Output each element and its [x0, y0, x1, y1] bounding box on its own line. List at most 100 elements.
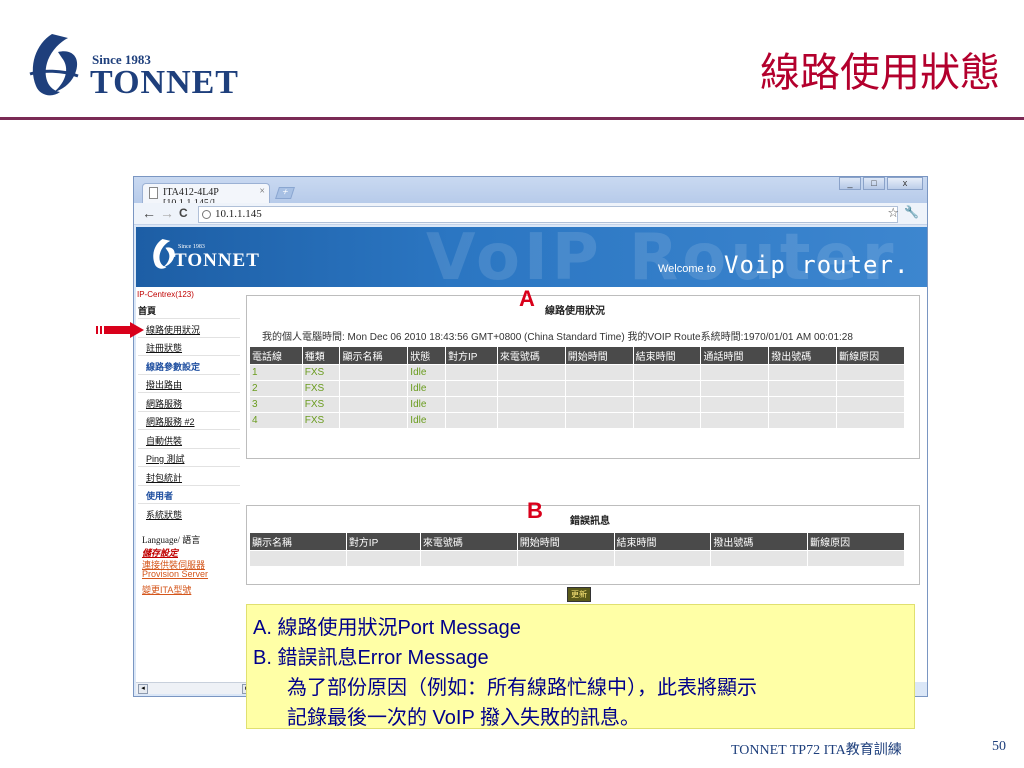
bookmark-star-icon[interactable]: ☆	[887, 205, 899, 221]
column-header: 開始時間	[564, 346, 634, 365]
column-header: 來電號碼	[496, 346, 566, 365]
table-cell	[836, 412, 905, 429]
sidebar-menu: IP-Centrex(123) 首頁 線路使用狀況 註冊狀態 線路參數設定 撥出路由 網路…	[136, 287, 242, 682]
sidebar-divider	[138, 410, 240, 412]
table-cell: 1	[249, 364, 303, 381]
title-divider	[0, 117, 1024, 120]
wrench-icon[interactable]: 🔧	[904, 205, 919, 219]
slide-footer: TONNET TP72 ITA教育訓練	[731, 743, 902, 758]
table-cell: 4	[249, 412, 303, 429]
error-message-panel: 錯誤訊息 顯示名稱 對方IP 來電號碼 開始時間 結束時間 撥出號碼 斷線原因	[246, 505, 920, 585]
column-header: 結束時間	[613, 532, 712, 551]
table-cell: FXS	[301, 396, 341, 413]
table-cell	[768, 364, 838, 381]
sidebar-item[interactable]: 線路使用狀況	[146, 323, 200, 336]
table-cell	[632, 396, 702, 413]
table-cell	[496, 396, 566, 413]
table-cell	[836, 396, 905, 413]
sidebar-item[interactable]: 首頁	[138, 304, 156, 317]
horizontal-scrollbar[interactable]: ◂ ▸	[136, 682, 254, 694]
table-cell	[836, 364, 905, 381]
reload-icon[interactable]: C	[179, 206, 188, 220]
tonnet-logo-icon	[29, 34, 79, 96]
column-header: 電話線	[249, 346, 303, 365]
back-arrow-icon[interactable]: ←	[142, 205, 156, 221]
table-cell: Idle	[407, 396, 446, 413]
table-cell	[339, 396, 409, 413]
sidebar-item[interactable]: 使用者	[146, 489, 173, 502]
table-cell: FXS	[301, 364, 341, 381]
table-cell	[339, 412, 409, 429]
language-selector[interactable]: Language/ 語言	[142, 533, 200, 546]
globe-icon	[202, 210, 211, 219]
url-text: 10.1.1.145	[215, 208, 262, 220]
table-cell	[807, 550, 905, 567]
sidebar-item[interactable]: 系統狀態	[146, 508, 182, 521]
column-header: 顯示名稱	[339, 346, 409, 365]
new-tab-button[interactable]: +	[275, 187, 295, 199]
minimize-button[interactable]: _	[839, 177, 861, 190]
table-cell	[345, 550, 421, 567]
table-row	[249, 550, 905, 567]
table-cell	[564, 412, 634, 429]
table-cell	[700, 396, 770, 413]
port-status-table: 電話線 種類 顯示名稱 狀態 對方IP 來電號碼 開始時間 結束時間 通話時間 撥出號碼 斷線原因 …	[249, 346, 905, 429]
sidebar-item[interactable]: 網路服務	[146, 397, 182, 410]
sidebar-divider	[138, 318, 240, 319]
tab-close-icon[interactable]: ×	[259, 186, 265, 197]
table-row: 2 FXS Idle	[249, 380, 905, 397]
table-row: 1 FXS Idle	[249, 364, 905, 381]
table-cell: 2	[249, 380, 303, 397]
table-cell	[249, 550, 347, 567]
table-cell: Idle	[407, 380, 446, 397]
table-cell: FXS	[301, 380, 341, 397]
sidebar-item[interactable]: 自動供裝	[146, 434, 182, 447]
explanation-note: A. 線路使用狀況Port Message B. 錯誤訊息Error Messa…	[246, 604, 915, 729]
note-line-desc-2: 記錄最後一次的 VoIP 撥入失敗的訊息。	[287, 707, 641, 729]
sidebar-item[interactable]: 網路服務 #2	[146, 415, 195, 428]
close-window-button[interactable]: x	[887, 177, 923, 190]
address-bar[interactable]: 10.1.1.145	[198, 206, 898, 223]
port-status-panel: 線路使用狀況 我的個人電腦時間: Mon Dec 06 2010 18:43:5…	[246, 295, 920, 459]
provision-server-link-en[interactable]: Provision Server	[142, 569, 208, 579]
banner-logo-name: TONNET	[174, 250, 260, 271]
sidebar-divider	[138, 503, 240, 504]
column-header: 斷線原因	[807, 532, 905, 551]
change-model-link[interactable]: 變更ITA型號	[142, 583, 191, 596]
page-icon	[149, 187, 158, 199]
annotation-b: B	[527, 498, 543, 523]
table-cell	[444, 396, 498, 413]
error-panel-title: 錯誤訊息	[570, 516, 610, 527]
table-cell	[444, 380, 498, 397]
sidebar-divider	[138, 466, 240, 467]
note-line-a: A. 線路使用狀況Port Message	[253, 617, 521, 639]
sidebar-item[interactable]: 線路參數設定	[146, 360, 200, 373]
table-cell	[632, 380, 702, 397]
page-number: 50	[992, 739, 1006, 754]
maximize-button[interactable]: □	[863, 177, 885, 190]
column-header: 狀態	[407, 346, 446, 365]
table-cell: Idle	[407, 412, 446, 429]
browser-tab[interactable]: ITA412-4L4P [10.1.1.145/] ×	[142, 183, 270, 209]
table-cell	[339, 364, 409, 381]
column-header: 結束時間	[632, 346, 702, 365]
table-cell	[700, 380, 770, 397]
sidebar-item[interactable]: 撥出路由	[146, 378, 182, 391]
sidebar-item[interactable]: Ping 測試	[146, 452, 185, 465]
table-cell	[444, 364, 498, 381]
sidebar-divider	[138, 392, 240, 393]
sidebar-item[interactable]: 封包統計	[146, 471, 182, 484]
banner-welcome: Welcome to	[658, 263, 716, 275]
red-arrow-icon	[96, 322, 144, 338]
forward-arrow-icon[interactable]: →	[160, 205, 174, 221]
sidebar-item[interactable]: 註冊狀態	[146, 341, 182, 354]
column-header: 開始時間	[516, 532, 615, 551]
scroll-left-icon[interactable]: ◂	[138, 684, 148, 694]
column-header: 來電號碼	[419, 532, 518, 551]
table-cell	[496, 364, 566, 381]
table-cell	[444, 412, 498, 429]
table-cell	[836, 380, 905, 397]
table-cell	[419, 550, 518, 567]
column-header: 顯示名稱	[249, 532, 347, 551]
refresh-button[interactable]: 更新	[567, 587, 591, 602]
